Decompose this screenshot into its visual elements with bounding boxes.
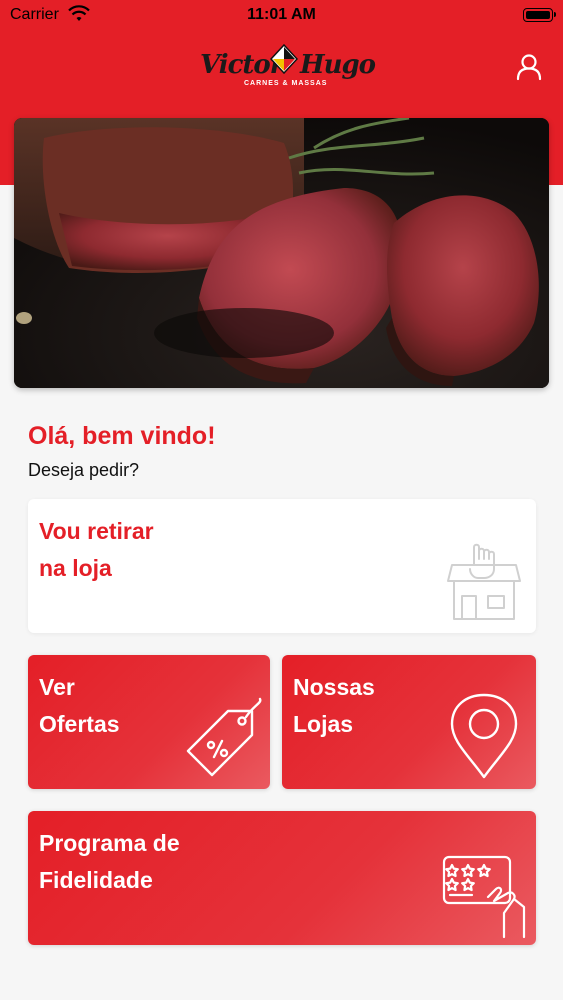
location-pin-icon	[450, 693, 518, 779]
stores-label: Nossas Lojas	[293, 674, 375, 737]
brand-logo: Victor Hugo CARNES & MASSAS	[200, 42, 376, 92]
battery-icon	[523, 8, 556, 22]
status-bar: Carrier 11:01 AM	[0, 0, 563, 32]
logo-seal-icon	[270, 44, 298, 74]
our-stores-button[interactable]: Nossas Lojas	[282, 655, 536, 789]
hero-banner-image	[14, 118, 549, 388]
logo-word-hugo: Hugo	[300, 50, 376, 80]
loyalty-card-icon	[442, 855, 526, 939]
loyalty-label: Programa de Fidelidade	[39, 830, 180, 893]
view-offers-button[interactable]: Ver Ofertas	[28, 655, 270, 789]
offers-label: Ver Ofertas	[39, 674, 120, 737]
logo-tagline: CARNES & MASSAS	[244, 80, 328, 87]
price-tag-icon	[186, 697, 262, 777]
user-profile-icon[interactable]	[512, 50, 546, 84]
pickup-in-store-button[interactable]: Vou retirar na loja	[28, 499, 536, 633]
pickup-label: Vou retirar na loja	[39, 518, 154, 581]
greeting-title: Olá, bem vindo!	[28, 422, 216, 450]
store-pickup-icon	[447, 543, 521, 620]
greeting-subtitle: Deseja pedir?	[28, 460, 140, 480]
loyalty-program-button[interactable]: Programa de Fidelidade	[28, 811, 536, 945]
status-time: 11:01 AM	[247, 6, 316, 23]
